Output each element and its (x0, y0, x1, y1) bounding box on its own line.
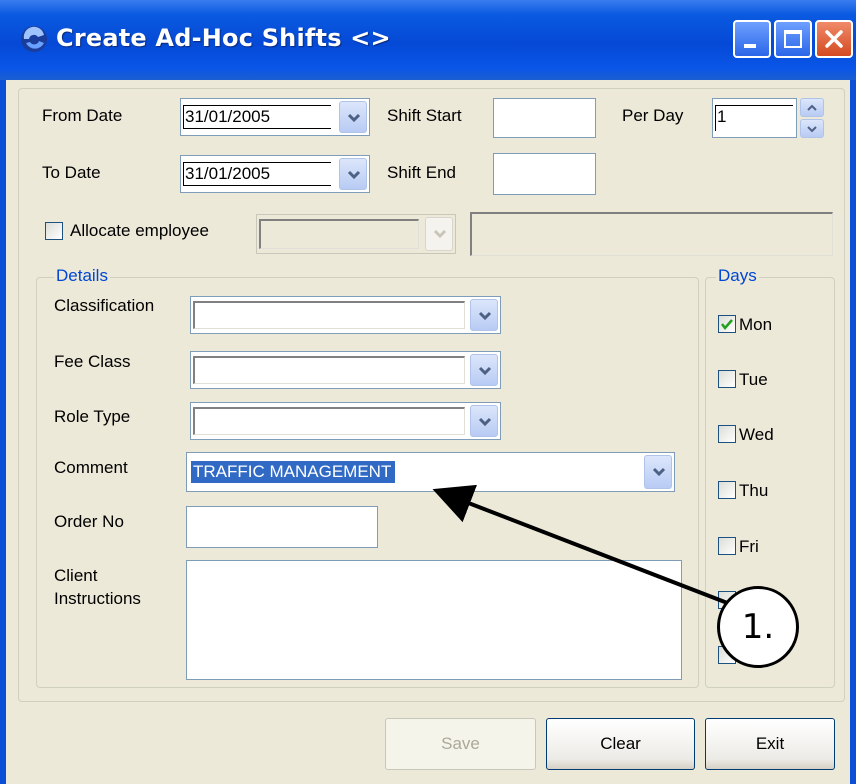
callout-badge: 1. (717, 586, 799, 668)
clear-button[interactable]: Clear (546, 718, 695, 770)
save-button[interactable]: Save (385, 718, 536, 770)
callout-arrow (432, 484, 731, 606)
exit-button[interactable]: Exit (705, 718, 835, 770)
